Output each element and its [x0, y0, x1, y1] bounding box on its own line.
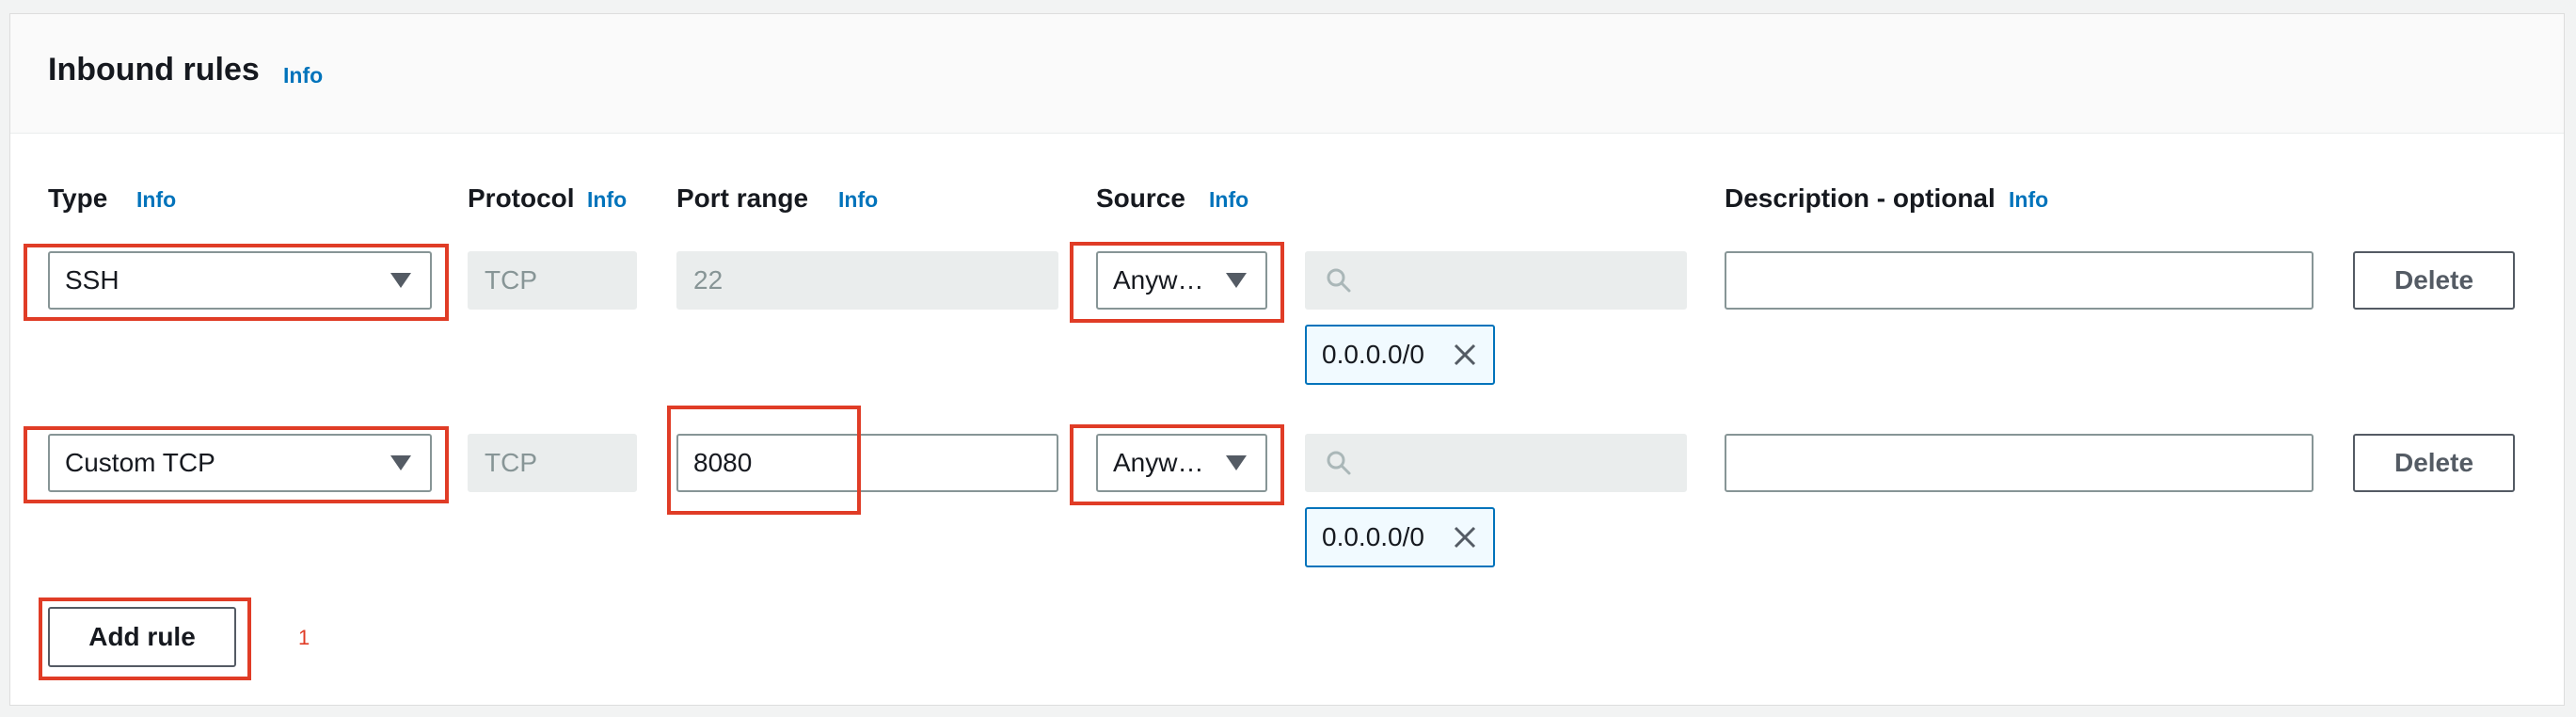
- protocol-column-label: Protocol: [468, 183, 575, 213]
- source-info-link[interactable]: Info: [1209, 187, 1248, 213]
- rule-2-delete-button[interactable]: Delete: [2353, 434, 2515, 492]
- rule-1-cidr-token-label: 0.0.0.0/0: [1322, 340, 1424, 369]
- rule-1-source-value: Anyw…: [1113, 265, 1204, 295]
- protocol-info-link[interactable]: Info: [587, 187, 627, 213]
- rule-2-cidr-search-input[interactable]: [1305, 434, 1687, 492]
- close-icon[interactable]: [1452, 524, 1478, 550]
- rule-1-type-select[interactable]: SSH: [48, 251, 432, 310]
- rule-2-port-range-value: 8080: [693, 448, 753, 477]
- rule-1-protocol-field: TCP: [468, 251, 637, 310]
- port-range-info-link[interactable]: Info: [838, 187, 878, 213]
- rule-1-description-input[interactable]: [1725, 251, 2314, 310]
- rule-2-type-select[interactable]: Custom TCP: [48, 434, 432, 492]
- add-rule-button[interactable]: Add rule: [48, 607, 236, 667]
- caret-down-icon: [1226, 273, 1247, 288]
- search-icon: [1327, 451, 1351, 475]
- rule-2-cidr-token-label: 0.0.0.0/0: [1322, 522, 1424, 551]
- caret-down-icon: [390, 273, 411, 288]
- rule-1-type-value: SSH: [65, 265, 119, 295]
- rule-1-cidr-search-input[interactable]: [1305, 251, 1687, 310]
- panel-title: Inbound rules: [48, 52, 260, 88]
- caret-down-icon: [1226, 455, 1247, 470]
- close-icon[interactable]: [1452, 342, 1478, 368]
- rule-2-protocol-field: TCP: [468, 434, 637, 492]
- panel-header: [10, 14, 2564, 134]
- rule-2-source-select[interactable]: Anyw…: [1096, 434, 1267, 492]
- rule-2-type-value: Custom TCP: [65, 448, 215, 477]
- port-range-column-label: Port range: [676, 183, 809, 213]
- description-column-label: Description - optional: [1725, 183, 1996, 213]
- inbound-rules-panel: Inbound rules Info Type Info Protocol In…: [9, 13, 2565, 706]
- rule-2-cidr-token: 0.0.0.0/0: [1305, 507, 1495, 567]
- rule-2-protocol-value: TCP: [485, 448, 537, 477]
- type-info-link[interactable]: Info: [136, 187, 176, 213]
- caret-down-icon: [390, 455, 411, 470]
- rule-2-source-value: Anyw…: [1113, 448, 1204, 477]
- annotation-marker: 1: [298, 626, 310, 649]
- title-info-link[interactable]: Info: [283, 63, 323, 88]
- source-column-label: Source: [1096, 183, 1185, 213]
- rule-1-port-range-value: 22: [693, 265, 724, 295]
- description-info-link[interactable]: Info: [2009, 187, 2048, 213]
- rule-1-source-select[interactable]: Anyw…: [1096, 251, 1267, 310]
- type-column-label: Type: [48, 183, 108, 213]
- search-icon: [1327, 268, 1351, 293]
- rule-1-port-range-field: 22: [676, 251, 1058, 310]
- rule-1-protocol-value: TCP: [485, 265, 537, 295]
- rule-2-port-range-input[interactable]: 8080: [676, 434, 1058, 492]
- rule-1-cidr-token: 0.0.0.0/0: [1305, 325, 1495, 385]
- rule-2-description-input[interactable]: [1725, 434, 2314, 492]
- rule-1-delete-button[interactable]: Delete: [2353, 251, 2515, 310]
